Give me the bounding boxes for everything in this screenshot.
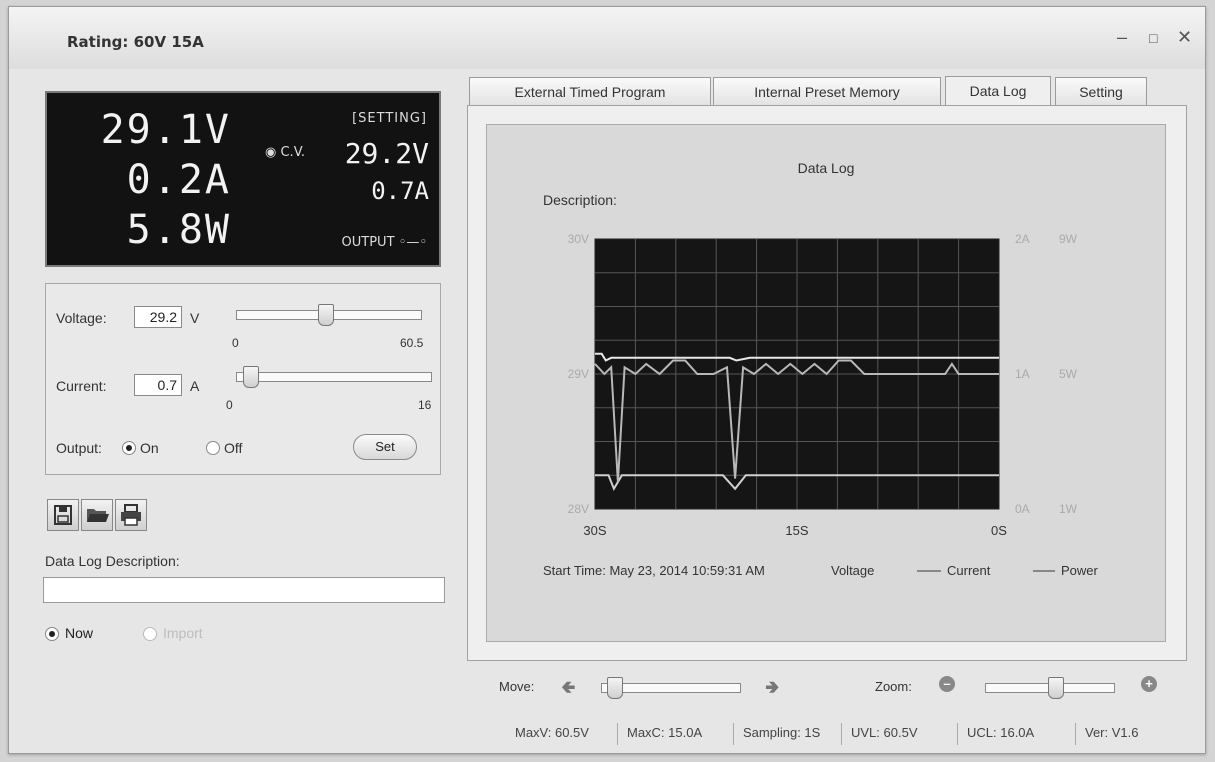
status-uvl: UVL: 60.5V <box>851 725 918 740</box>
chart-description-label: Description: <box>543 192 617 208</box>
y-right-current-tick: 1A <box>1015 367 1030 381</box>
set-voltage: 29.2V <box>344 137 429 170</box>
cv-indicator: ◉ C.V. <box>265 145 305 160</box>
window-title: Rating: 60V 15A <box>67 33 204 51</box>
folder-open-icon <box>87 509 109 522</box>
zoom-in-icon[interactable]: + <box>1141 676 1157 692</box>
current-input[interactable]: 0.7 <box>134 374 182 396</box>
tab-data-log[interactable]: Data Log <box>945 76 1051 106</box>
setting-label: [SETTING] <box>352 111 427 126</box>
zoom-label: Zoom: <box>875 679 912 694</box>
now-label: Now <box>65 625 94 641</box>
printer-icon <box>121 504 141 526</box>
cv-dot-icon: ◉ <box>265 145 277 160</box>
legend-voltage-label: Voltage <box>831 563 874 578</box>
open-button[interactable] <box>81 499 113 531</box>
y-right-power-tick: 1W <box>1059 502 1078 516</box>
maximize-icon[interactable]: □ <box>1149 30 1157 46</box>
set-current: 0.7A <box>371 177 429 205</box>
current-label: Current: <box>56 378 107 394</box>
status-separator <box>617 723 618 745</box>
y-left-tick: 30V <box>568 232 589 246</box>
measured-voltage: 29.1V <box>100 107 231 153</box>
move-slider[interactable] <box>607 677 624 699</box>
output-indicator: OUTPUT ◦—◦ <box>342 235 427 250</box>
current-max: 16 <box>418 398 432 412</box>
readout-display: 29.1V 0.2A 5.8W [SETTING] ◉ C.V. 29.2V 0… <box>45 91 441 267</box>
voltage-unit: V <box>190 310 200 326</box>
output-label: Output: <box>56 440 102 456</box>
x-axis-tick: 0S <box>991 523 1007 538</box>
output-off-radio[interactable] <box>206 441 220 455</box>
chart-panel: Data Log Description: 30V 29V 28V 2A 1A 0A 9W 5W 1… <box>486 124 1166 642</box>
chart-title: Data Log <box>798 160 855 176</box>
y-left-tick: 28V <box>568 502 589 516</box>
status-version: Ver: V1.6 <box>1085 725 1139 740</box>
x-axis-tick: 30S <box>583 523 606 538</box>
zoom-out-icon[interactable]: – <box>939 676 955 692</box>
zoom-slider[interactable] <box>1047 677 1064 699</box>
mode-label: C.V. <box>280 145 306 160</box>
status-ucl: UCL: 16.0A <box>967 725 1035 740</box>
move-right-icon[interactable]: 🢂 <box>765 675 780 705</box>
y-right-current-tick: 2A <box>1015 232 1030 246</box>
current-unit: A <box>190 378 200 394</box>
x-axis-tick: 15S <box>785 523 808 538</box>
legend-power-label: Power <box>1061 563 1099 578</box>
status-separator <box>733 723 734 745</box>
voltage-max: 60.5 <box>400 336 424 350</box>
tab-external-timed-program[interactable]: External Timed Program <box>469 77 711 105</box>
start-time-label: Start Time: May 23, 2014 10:59:31 AM <box>543 563 765 578</box>
y-right-power-tick: 5W <box>1059 367 1078 381</box>
save-icon <box>54 505 72 525</box>
close-icon[interactable]: ✕ <box>1177 27 1192 48</box>
output-off-label: Off <box>224 440 243 456</box>
legend-current-label: Current <box>947 563 991 578</box>
set-button[interactable]: Set <box>353 434 417 460</box>
current-slider[interactable] <box>243 366 260 388</box>
move-left-icon[interactable]: 🢀 <box>561 675 576 705</box>
status-bar: MaxV: 60.5V MaxC: 15.0A Sampling: 1S UVL… <box>501 721 1201 749</box>
voltage-slider[interactable] <box>317 304 334 326</box>
title-bar: Rating: 60V 15A – □ ✕ <box>9 7 1205 69</box>
app-window: Rating: 60V 15A – □ ✕ 29.1V 0.2A 5.8W [S… <box>8 6 1206 754</box>
output-on-label: On <box>140 440 159 456</box>
status-separator <box>841 723 842 745</box>
print-button[interactable] <box>115 499 147 531</box>
data-log-chart: Data Log Description: 30V 29V 28V 2A 1A 0A 9W 5W 1… <box>543 160 1099 578</box>
data-log-panel: Data Log Description: 30V 29V 28V 2A 1A 0A 9W 5W 1… <box>467 105 1187 661</box>
voltage-label: Voltage: <box>56 310 107 326</box>
y-right-power-tick: 9W <box>1059 232 1078 246</box>
move-label: Move: <box>499 679 535 694</box>
status-sampling: Sampling: 1S <box>743 725 821 740</box>
status-separator <box>957 723 958 745</box>
output-on-radio[interactable] <box>122 441 136 455</box>
status-maxv: MaxV: 60.5V <box>515 725 589 740</box>
import-label: Import <box>163 625 203 641</box>
description-label: Data Log Description: <box>45 553 180 569</box>
save-button[interactable] <box>47 499 79 531</box>
status-separator <box>1075 723 1076 745</box>
y-left-tick: 29V <box>568 367 589 381</box>
output-label: OUTPUT <box>341 235 395 250</box>
measured-power: 5.8W <box>126 207 231 253</box>
control-panel: Voltage: 29.2 V 0 60.5 Current: 0.7 A 0 … <box>45 283 441 475</box>
current-slider-track[interactable] <box>236 372 432 382</box>
tab-internal-preset-memory[interactable]: Internal Preset Memory <box>713 77 941 105</box>
import-radio[interactable] <box>143 627 157 641</box>
minimize-icon[interactable]: – <box>1117 27 1127 48</box>
description-input[interactable] <box>43 577 445 603</box>
now-radio[interactable] <box>45 627 59 641</box>
tab-setting[interactable]: Setting <box>1055 77 1147 105</box>
switch-icon: ◦—◦ <box>398 235 427 250</box>
status-maxc: MaxC: 15.0A <box>627 725 703 740</box>
current-min: 0 <box>226 398 233 412</box>
voltage-input[interactable]: 29.2 <box>134 306 182 328</box>
voltage-min: 0 <box>232 336 239 350</box>
measured-current: 0.2A <box>126 157 231 203</box>
y-right-current-tick: 0A <box>1015 502 1030 516</box>
